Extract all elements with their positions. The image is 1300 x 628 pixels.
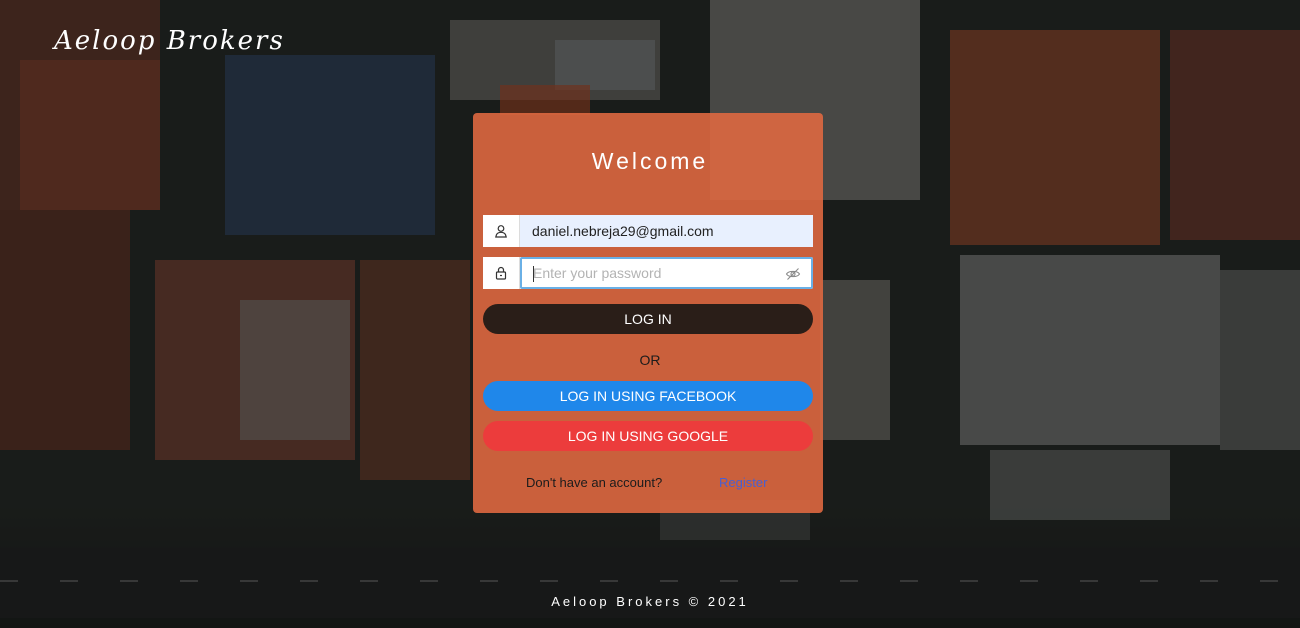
google-login-button[interactable]: LOG IN USING GOOGLE [483,421,813,451]
brand-logo-text[interactable]: Aeloop Brokers [54,26,285,56]
lock-icon [483,257,520,289]
password-placeholder: Enter your password [533,265,662,281]
eye-slash-icon[interactable] [785,266,801,282]
email-value[interactable]: daniel.nebreja29@gmail.com [520,215,813,247]
email-field[interactable]: daniel.nebreja29@gmail.com [483,215,813,247]
password-field[interactable]: Enter your password [483,257,813,289]
user-icon [483,215,520,247]
facebook-login-button[interactable]: LOG IN USING FACEBOOK [483,381,813,411]
password-input[interactable]: Enter your password [520,257,813,289]
card-title: Welcome [591,148,709,174]
register-link[interactable]: Register [719,475,767,490]
login-button[interactable]: LOG IN [483,304,813,334]
or-divider: OR [639,352,661,368]
no-account-text: Don't have an account? [526,475,663,490]
footer-copyright: Aeloop Brokers © 2021 [551,594,749,609]
